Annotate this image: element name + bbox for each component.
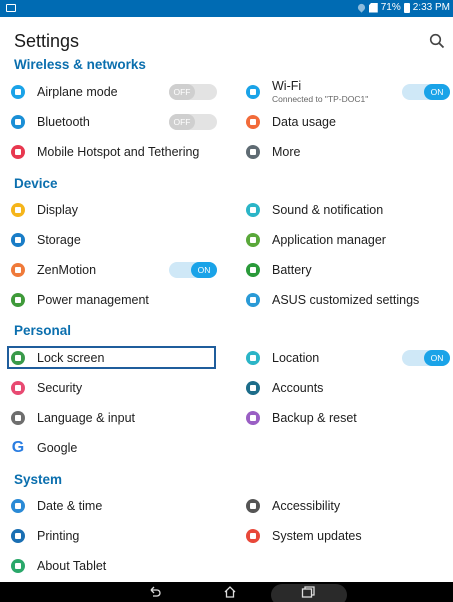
bluetooth-icon [11, 115, 25, 129]
setting-security[interactable]: Security [11, 374, 218, 402]
clock: 2:33 PM [412, 2, 450, 13]
printer-icon [11, 529, 25, 543]
setting-battery[interactable]: Battery [246, 256, 453, 284]
setting-google[interactable]: G Google [11, 434, 218, 462]
setting-about-tablet[interactable]: About Tablet [11, 552, 218, 580]
setting-accounts[interactable]: Accounts [246, 374, 453, 402]
page-title: Settings [14, 31, 80, 51]
section-wireless: Wireless & networks [14, 57, 146, 72]
airplane-mode-toggle[interactable]: OFF [169, 84, 217, 100]
setting-display[interactable]: Display [11, 196, 218, 224]
wifi-label: Wi-Fi [272, 78, 302, 93]
sim-icon [368, 2, 378, 13]
setting-sound[interactable]: Sound & notification [246, 196, 453, 224]
display-icon [11, 203, 25, 217]
zenmotion-toggle[interactable]: ON [169, 262, 217, 278]
airplane-icon [11, 85, 25, 99]
setting-asus-customized[interactable]: ASUS customized settings [246, 286, 453, 314]
wifi-status: Connected to "TP-DOC1" [272, 93, 369, 104]
setting-lock-screen[interactable]: Lock screen [11, 344, 218, 372]
section-personal: Personal [14, 323, 72, 338]
security-icon [11, 381, 25, 395]
setting-hotspot[interactable]: Mobile Hotspot and Tethering [11, 138, 218, 166]
location-toggle[interactable]: ON [402, 350, 450, 366]
setting-system-updates[interactable]: System updates [246, 522, 453, 550]
setting-printing[interactable]: Printing [11, 522, 218, 550]
setting-backup-reset[interactable]: Backup & reset [246, 404, 453, 432]
battery-setting-icon [246, 263, 260, 277]
data-usage-icon [246, 115, 260, 129]
info-icon [11, 559, 25, 573]
wifi-toggle[interactable]: ON [402, 84, 450, 100]
navigation-bar [0, 582, 453, 602]
asus-customized-icon [246, 293, 260, 307]
language-icon [11, 411, 25, 425]
setting-app-manager[interactable]: Application manager [246, 226, 453, 254]
app-manager-icon [246, 233, 260, 247]
setting-storage[interactable]: Storage [11, 226, 218, 254]
lock-screen-icon [11, 351, 25, 365]
google-icon: G [11, 439, 25, 456]
more-icon [246, 145, 260, 159]
section-system: System [14, 472, 63, 487]
sound-icon [246, 203, 260, 217]
accounts-icon [246, 381, 260, 395]
hotspot-icon [11, 145, 25, 159]
home-icon[interactable] [223, 585, 237, 599]
battery-icon [403, 2, 410, 13]
storage-icon [11, 233, 25, 247]
battery-percent: 71% [380, 2, 401, 13]
system-updates-icon [246, 529, 260, 543]
bluetooth-toggle[interactable]: OFF [169, 114, 217, 130]
setting-data-usage[interactable]: Data usage [246, 108, 453, 136]
setting-more[interactable]: More [246, 138, 453, 166]
accessibility-icon [246, 499, 260, 513]
wifi-icon [246, 85, 260, 99]
notification-icon [6, 4, 16, 12]
setting-accessibility[interactable]: Accessibility [246, 492, 453, 520]
setting-power-management[interactable]: Power management [11, 286, 218, 314]
setting-date-time[interactable]: Date & time [11, 492, 218, 520]
location-icon [246, 351, 260, 365]
section-device: Device [14, 176, 58, 191]
wifi-signal-icon [356, 2, 367, 13]
search-icon[interactable] [429, 33, 445, 49]
status-bar: 71% 2:33 PM [0, 0, 453, 17]
power-management-icon [11, 293, 25, 307]
backup-icon [246, 411, 260, 425]
setting-language-input[interactable]: Language & input [11, 404, 218, 432]
back-icon[interactable] [148, 585, 162, 599]
zenmotion-icon [11, 263, 25, 277]
recent-apps-icon[interactable] [301, 586, 315, 598]
clock-icon [11, 499, 25, 513]
